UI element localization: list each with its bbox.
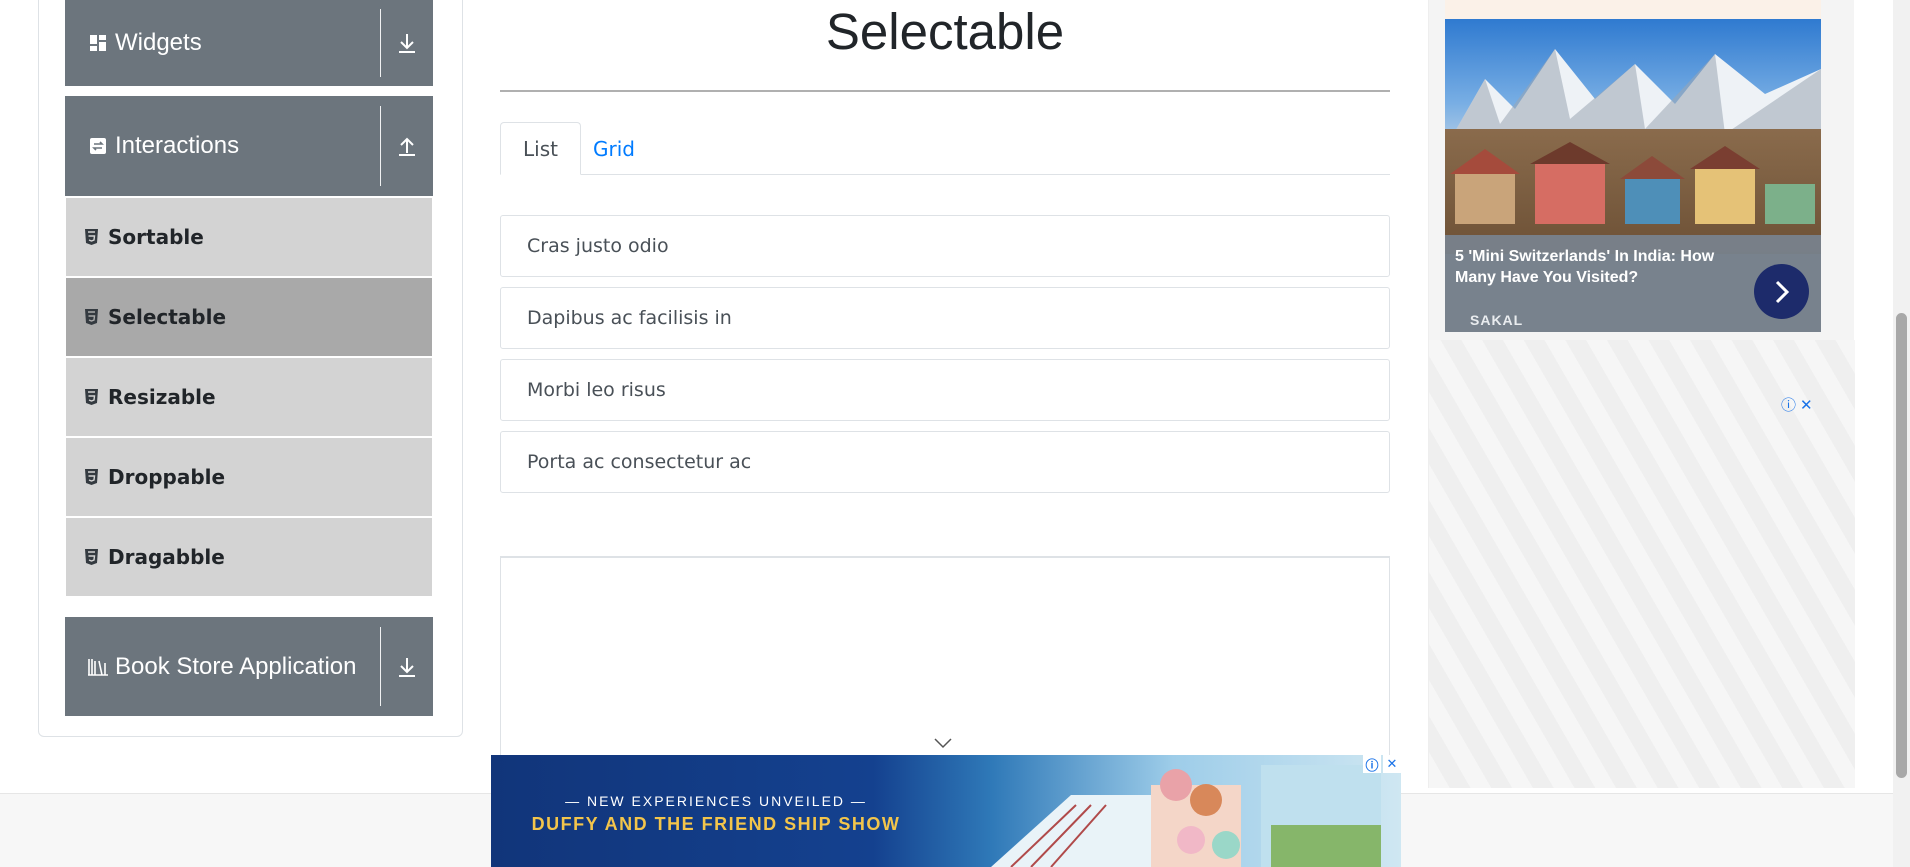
- sidebar-group-book-store[interactable]: Book Store Application: [65, 617, 433, 716]
- ad-controls[interactable]: ⓘ ✕: [1363, 755, 1401, 774]
- download-arrow-icon[interactable]: [381, 617, 433, 716]
- tab-list[interactable]: List: [500, 122, 581, 175]
- ad-headline: DUFFY AND THE FRIEND SHIP SHOW: [531, 814, 901, 834]
- sidebar-item-sortable[interactable]: Sortable: [66, 198, 432, 276]
- sidebar-group-label: Interactions: [115, 132, 240, 159]
- right-ad-card[interactable]: 5 'Mini Switzerlands' In India: How Many…: [1445, 19, 1821, 332]
- widgets-icon: [87, 32, 109, 54]
- ad-placeholder: [500, 556, 1390, 756]
- html5-icon: [83, 468, 99, 486]
- ad-card-source: SAKAL: [1470, 312, 1524, 328]
- sidebar-group-label: Widgets: [115, 29, 202, 56]
- page-title: Selectable: [825, 3, 1065, 60]
- sidebar-item-dragabble[interactable]: Dragabble: [66, 518, 432, 596]
- sidebar-item-label: Dragabble: [108, 545, 225, 569]
- right-ad-controls[interactable]: ⓘ ✕: [1781, 394, 1813, 415]
- info-icon[interactable]: ⓘ: [1363, 755, 1381, 774]
- interactions-icon: [87, 135, 109, 157]
- html5-icon: [83, 308, 99, 326]
- close-icon[interactable]: ✕: [1383, 755, 1401, 773]
- sidebar-item-label: Resizable: [108, 385, 216, 409]
- upload-arrow-icon[interactable]: [381, 96, 433, 196]
- html5-icon: [83, 548, 99, 566]
- ad-tagline: — NEW EXPERIENCES UNVEILED —: [565, 793, 867, 809]
- sidebar-item-resizable[interactable]: Resizable: [66, 358, 432, 436]
- list-item[interactable]: Cras justo odio: [500, 215, 1390, 277]
- download-arrow-icon[interactable]: [381, 0, 433, 86]
- close-icon[interactable]: ✕: [1800, 396, 1813, 414]
- sidebar-item-selectable[interactable]: Selectable: [66, 278, 432, 356]
- sidebar-item-label: Sortable: [108, 225, 204, 249]
- sidebar-item-label: Selectable: [108, 305, 227, 329]
- list-item[interactable]: Morbi leo risus: [500, 359, 1390, 421]
- divider: [380, 626, 381, 707]
- title-divider: [500, 90, 1390, 92]
- sidebar-item-label: Droppable: [108, 465, 226, 489]
- bottom-ad-banner[interactable]: — NEW EXPERIENCES UNVEILED — DUFFY AND T…: [491, 755, 1401, 867]
- sidebar-group-widgets[interactable]: Widgets: [65, 0, 433, 86]
- chevron-down-icon[interactable]: [933, 736, 953, 754]
- divider: [380, 106, 381, 186]
- html5-icon: [83, 228, 99, 246]
- books-icon: [87, 656, 109, 678]
- sidebar-item-droppable[interactable]: Droppable: [66, 438, 432, 516]
- divider: [380, 8, 381, 78]
- sidebar-group-interactions[interactable]: Interactions: [65, 96, 433, 196]
- html5-icon: [83, 388, 99, 406]
- ad-top-strip: [1445, 0, 1821, 19]
- chevron-right-icon[interactable]: [1754, 264, 1809, 319]
- tab-grid[interactable]: Grid: [571, 122, 657, 175]
- ad-ship-illustration: [991, 765, 1381, 867]
- info-icon[interactable]: ⓘ: [1781, 394, 1796, 415]
- ad-card-headline[interactable]: 5 'Mini Switzerlands' In India: How Many…: [1455, 246, 1755, 288]
- ad-image-houses: [1450, 142, 1815, 224]
- sidebar-group-label: Book Store Application: [115, 652, 357, 680]
- list-item[interactable]: Porta ac consectetur ac: [500, 431, 1390, 493]
- list-item[interactable]: Dapibus ac facilisis in: [500, 287, 1390, 349]
- scrollbar-thumb[interactable]: [1896, 313, 1907, 778]
